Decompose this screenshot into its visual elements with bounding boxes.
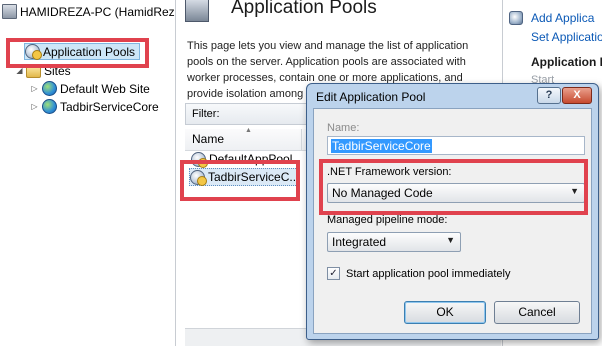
sites-folder-icon [26, 65, 41, 78]
website-globe-icon [42, 81, 57, 96]
sort-ascending-icon: ▲ [245, 127, 252, 134]
application-pools-header-icon [185, 0, 209, 22]
dialog-title: Edit Application Pool [316, 90, 426, 104]
tree-item-server[interactable]: HAMIDREZA-PC (HamidRez [2, 3, 175, 20]
app-pool-icon [191, 151, 208, 168]
ok-button[interactable]: OK [404, 301, 486, 324]
tree-item-sites[interactable]: Sites [26, 62, 71, 79]
filter-label: Filter: [192, 108, 220, 120]
framework-version-select[interactable]: No Managed Code ▼ [327, 183, 585, 203]
tree-item-default-web-site-label: Default Web Site [60, 81, 150, 96]
tree-item-default-web-site[interactable]: Default Web Site [42, 80, 150, 97]
tree-item-server-label: HAMIDREZA-PC (HamidRez [20, 4, 175, 19]
collapse-sites-icon[interactable]: ◢ [15, 66, 24, 75]
start-immediately-checkbox[interactable]: ✓ [327, 267, 340, 280]
actions-section-heading: Application Po [531, 55, 602, 69]
dialog-body: Name: TadbirServiceCore .NET Framework v… [313, 108, 592, 334]
tree-item-tadbir-site-label: TadbirServiceCore [60, 99, 159, 114]
expand-tadbir-site-icon[interactable]: ▷ [30, 102, 39, 111]
expand-default-web-site-icon[interactable]: ▷ [30, 84, 39, 93]
dropdown-arrow-icon: ▼ [446, 235, 455, 245]
column-separator[interactable] [301, 129, 302, 151]
add-application-pool-link[interactable]: Add Applica [531, 11, 594, 25]
list-item-label: DefaultAppPool [209, 152, 293, 166]
server-icon [2, 4, 17, 19]
pipeline-mode-value: Integrated [332, 235, 387, 249]
name-label: Name: [327, 122, 360, 134]
framework-version-value: No Managed Code [332, 186, 433, 200]
dropdown-arrow-icon: ▼ [570, 186, 579, 196]
list-item-label: TadbirServiceC... [208, 170, 300, 184]
cancel-button[interactable]: Cancel [494, 301, 580, 324]
add-pool-icon [509, 11, 523, 25]
application-pools-icon [25, 44, 42, 60]
app-pool-icon [190, 169, 207, 186]
tree-item-application-pools-label: Application Pools [43, 44, 136, 59]
tree-item-application-pools[interactable]: Application Pools [24, 43, 141, 60]
list-item-tadbir-service-core[interactable]: TadbirServiceC... [189, 168, 301, 186]
tree-item-sites-label: Sites [44, 63, 71, 78]
pipeline-mode-select[interactable]: Integrated ▼ [327, 232, 461, 252]
column-header-name[interactable]: Name [192, 132, 224, 146]
connections-tree: HAMIDREZA-PC (HamidRez Application Pools… [0, 0, 176, 346]
set-application-pool-defaults-link[interactable]: Set Applicatio [531, 30, 602, 44]
framework-label: .NET Framework version: [327, 166, 452, 178]
checkmark-icon: ✓ [329, 268, 338, 279]
close-button[interactable]: X [562, 87, 592, 104]
help-button[interactable]: ? [537, 87, 561, 104]
list-item-default-app-pool[interactable]: DefaultAppPool [191, 150, 292, 168]
page-title: Application Pools [231, 0, 377, 18]
name-field-value: TadbirServiceCore [331, 139, 432, 153]
pipeline-mode-label: Managed pipeline mode: [327, 214, 448, 226]
start-immediately-label: Start application pool immediately [346, 268, 511, 280]
website-globe-icon [42, 99, 57, 114]
tree-item-tadbir-site[interactable]: TadbirServiceCore [42, 98, 159, 115]
name-field[interactable]: TadbirServiceCore [327, 136, 585, 155]
edit-application-pool-dialog: Edit Application Pool ? X Name: TadbirSe… [306, 83, 599, 340]
